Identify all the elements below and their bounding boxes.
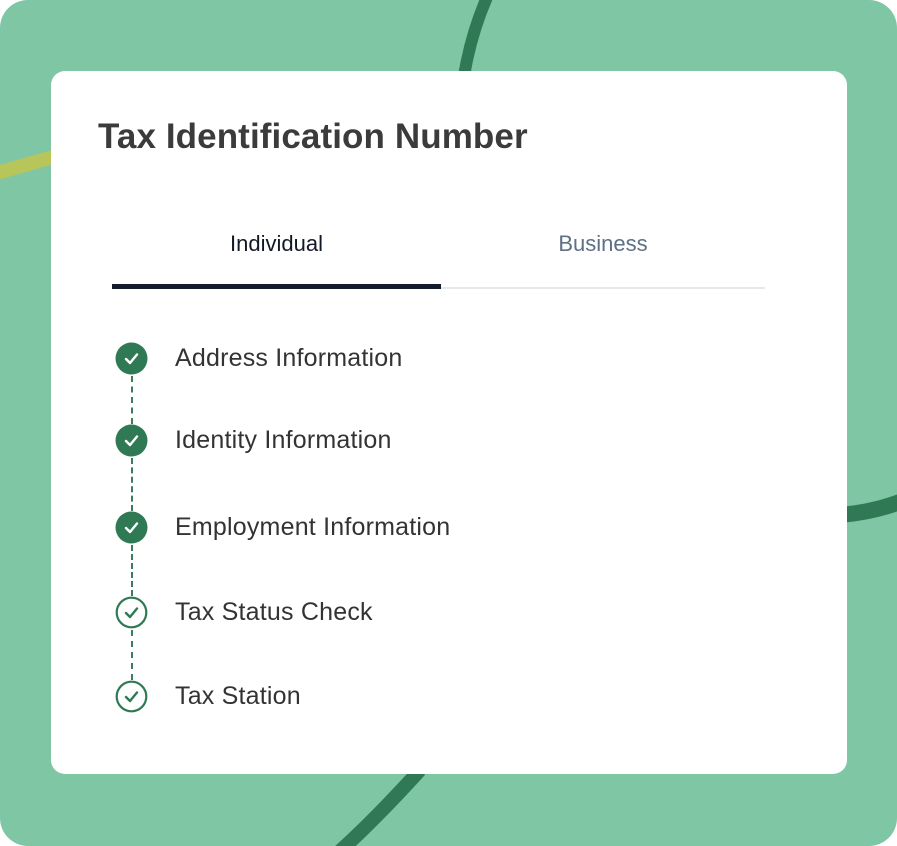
step-label: Address Information xyxy=(175,343,403,372)
step-address-information: Address Information xyxy=(115,341,403,375)
check-circle-filled-icon xyxy=(115,511,148,543)
step-identity-information: Identity Information xyxy=(115,423,392,457)
step-tax-station: Tax Station xyxy=(115,679,301,713)
check-circle-filled-icon xyxy=(115,342,148,374)
tab-business[interactable]: Business xyxy=(441,219,765,287)
step-label: Tax Station xyxy=(175,681,301,710)
step-connector xyxy=(131,630,133,680)
page-title: Tax Identification Number xyxy=(98,117,528,156)
tax-id-card: Tax Identification Number Individual Bus… xyxy=(51,71,847,774)
tab-business-label: Business xyxy=(558,231,648,256)
step-label: Tax Status Check xyxy=(175,597,373,626)
check-circle-filled-icon xyxy=(115,424,148,456)
step-connector xyxy=(131,545,133,596)
step-label: Identity Information xyxy=(175,425,392,454)
step-label: Employment Information xyxy=(175,512,451,541)
step-tax-status-check: Tax Status Check xyxy=(115,595,373,629)
step-list: Address Information Identity Information… xyxy=(115,341,775,741)
tab-individual-label: Individual xyxy=(230,231,323,256)
step-connector xyxy=(131,376,133,424)
check-circle-outline-icon xyxy=(115,596,148,628)
step-connector xyxy=(131,458,133,511)
background-panel: Tax Identification Number Individual Bus… xyxy=(0,0,897,846)
tab-individual[interactable]: Individual xyxy=(112,219,441,287)
tab-selected-indicator xyxy=(112,284,441,289)
step-employment-information: Employment Information xyxy=(115,510,450,544)
check-circle-outline-icon xyxy=(115,680,148,712)
tab-bar: Individual Business xyxy=(112,219,765,289)
